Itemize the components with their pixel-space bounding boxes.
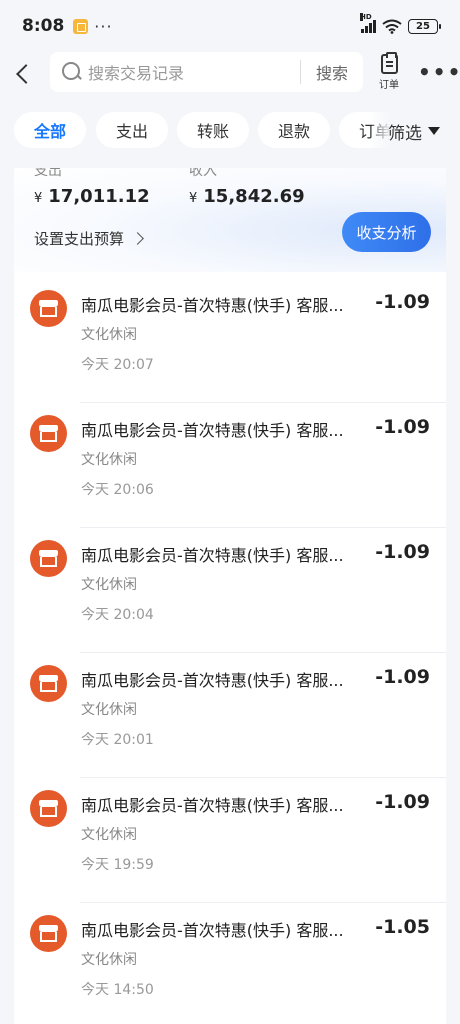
transaction-amount: -1.09	[375, 666, 430, 688]
chip-transfer[interactable]: 转账	[177, 112, 249, 148]
monthly-summary: 支出 ¥17,011.12 收入 ¥15,842.69 设置支出预算 收支分析	[14, 168, 446, 272]
search-box[interactable]: 搜索交易记录 搜索	[50, 52, 363, 92]
chip-all[interactable]: 全部	[14, 112, 86, 148]
wifi-icon	[382, 19, 402, 34]
income-value: 15,842.69	[203, 186, 305, 207]
more-button[interactable]: •••	[418, 62, 460, 82]
status-time: 8:08	[22, 16, 65, 36]
expense-label: 支出	[34, 168, 62, 179]
order-button[interactable]: 订单	[373, 52, 405, 94]
signal-icon: HD	[360, 13, 376, 33]
notification-app-icon	[73, 18, 89, 34]
transaction-amount: -1.09	[375, 791, 430, 813]
transaction-time: 今天 14:50	[81, 982, 154, 998]
transaction-category: 文化休闲	[81, 952, 137, 968]
transaction-category: 文化休闲	[81, 702, 137, 718]
chip-refund[interactable]: 退款	[258, 112, 330, 148]
transactions-card: 支出 ¥17,011.12 收入 ¥15,842.69 设置支出预算 收支分析 …	[14, 168, 446, 1024]
filter-chips: 全部 支出 转账 退款 订单 筛选	[0, 112, 460, 150]
income-label: 收入	[189, 168, 217, 179]
transaction-category: 文化休闲	[81, 827, 137, 843]
expense-currency: ¥	[34, 191, 43, 206]
transaction-row[interactable]: 南瓜电影会员-首次特惠(快手) 客服... -1.09 文化休闲 今天 20:0…	[14, 528, 446, 653]
search-icon	[62, 62, 82, 82]
clipboard-icon	[380, 52, 398, 74]
transaction-title: 南瓜电影会员-首次特惠(快手) 客服...	[81, 546, 344, 565]
transaction-amount: -1.09	[375, 291, 430, 313]
search-input[interactable]: 搜索交易记录	[88, 60, 300, 84]
transaction-title: 南瓜电影会员-首次特惠(快手) 客服...	[81, 796, 344, 815]
store-icon	[30, 540, 67, 577]
filter-button[interactable]: 筛选	[372, 112, 460, 150]
transaction-title: 南瓜电影会员-首次特惠(快手) 客服...	[81, 296, 344, 315]
store-icon	[30, 665, 67, 702]
transaction-category: 文化休闲	[81, 452, 137, 468]
network-type-label: HD	[360, 13, 372, 21]
battery-icon: 25	[408, 18, 441, 34]
store-icon	[30, 290, 67, 327]
transaction-time: 今天 20:07	[81, 357, 154, 373]
battery-level: 25	[416, 20, 430, 32]
chevron-right-icon	[131, 232, 144, 245]
transaction-row[interactable]: 南瓜电影会员-首次特惠(快手) 客服... -1.09 文化休闲 今天 20:0…	[14, 653, 446, 778]
set-budget-link[interactable]: 设置支出预算	[34, 228, 144, 249]
transaction-time: 今天 19:59	[81, 857, 154, 873]
transaction-row[interactable]: 南瓜电影会员-首次特惠(快手) 客服... -1.05 文化休闲 今天 14:5…	[14, 903, 446, 1024]
transaction-row[interactable]: 南瓜电影会员-首次特惠(快手) 客服... -1.09 文化休闲 今天 20:0…	[14, 403, 446, 528]
filter-label: 筛选	[388, 123, 422, 144]
transaction-amount: -1.09	[375, 541, 430, 563]
transaction-row[interactable]: 南瓜电影会员-首次特惠(快手) 客服... -1.09 文化休闲 今天 20:0…	[14, 278, 446, 403]
transaction-row[interactable]: 南瓜电影会员-首次特惠(快手) 客服... -1.09 文化休闲 今天 19:5…	[14, 778, 446, 903]
transaction-title: 南瓜电影会员-首次特惠(快手) 客服...	[81, 421, 344, 440]
transaction-time: 今天 20:06	[81, 482, 154, 498]
income-currency: ¥	[189, 191, 198, 206]
transaction-category: 文化休闲	[81, 577, 137, 593]
transaction-category: 文化休闲	[81, 327, 137, 343]
status-bar: 8:08 ··· HD 25	[0, 0, 460, 52]
income-expense-analysis-button[interactable]: 收支分析	[342, 212, 431, 252]
store-icon	[30, 415, 67, 452]
transaction-title: 南瓜电影会员-首次特惠(快手) 客服...	[81, 671, 344, 690]
income-total: ¥15,842.69	[189, 186, 305, 207]
search-button[interactable]: 搜索	[301, 60, 363, 84]
expense-value: 17,011.12	[48, 186, 150, 207]
set-budget-label: 设置支出预算	[34, 230, 125, 248]
order-label: 订单	[379, 80, 399, 91]
store-icon	[30, 790, 67, 827]
transaction-time: 今天 20:04	[81, 607, 154, 623]
transaction-title: 南瓜电影会员-首次特惠(快手) 客服...	[81, 921, 344, 940]
transaction-amount: -1.05	[375, 916, 430, 938]
expense-total: ¥17,011.12	[34, 186, 150, 207]
search-header: 搜索交易记录 搜索 订单 •••	[0, 52, 460, 94]
caret-down-icon	[428, 127, 440, 135]
chip-expense[interactable]: 支出	[96, 112, 168, 148]
transaction-time: 今天 20:01	[81, 732, 154, 748]
store-icon	[30, 915, 67, 952]
back-button[interactable]	[12, 58, 36, 88]
more-notifications-icon: ···	[94, 16, 113, 36]
transaction-amount: -1.09	[375, 416, 430, 438]
